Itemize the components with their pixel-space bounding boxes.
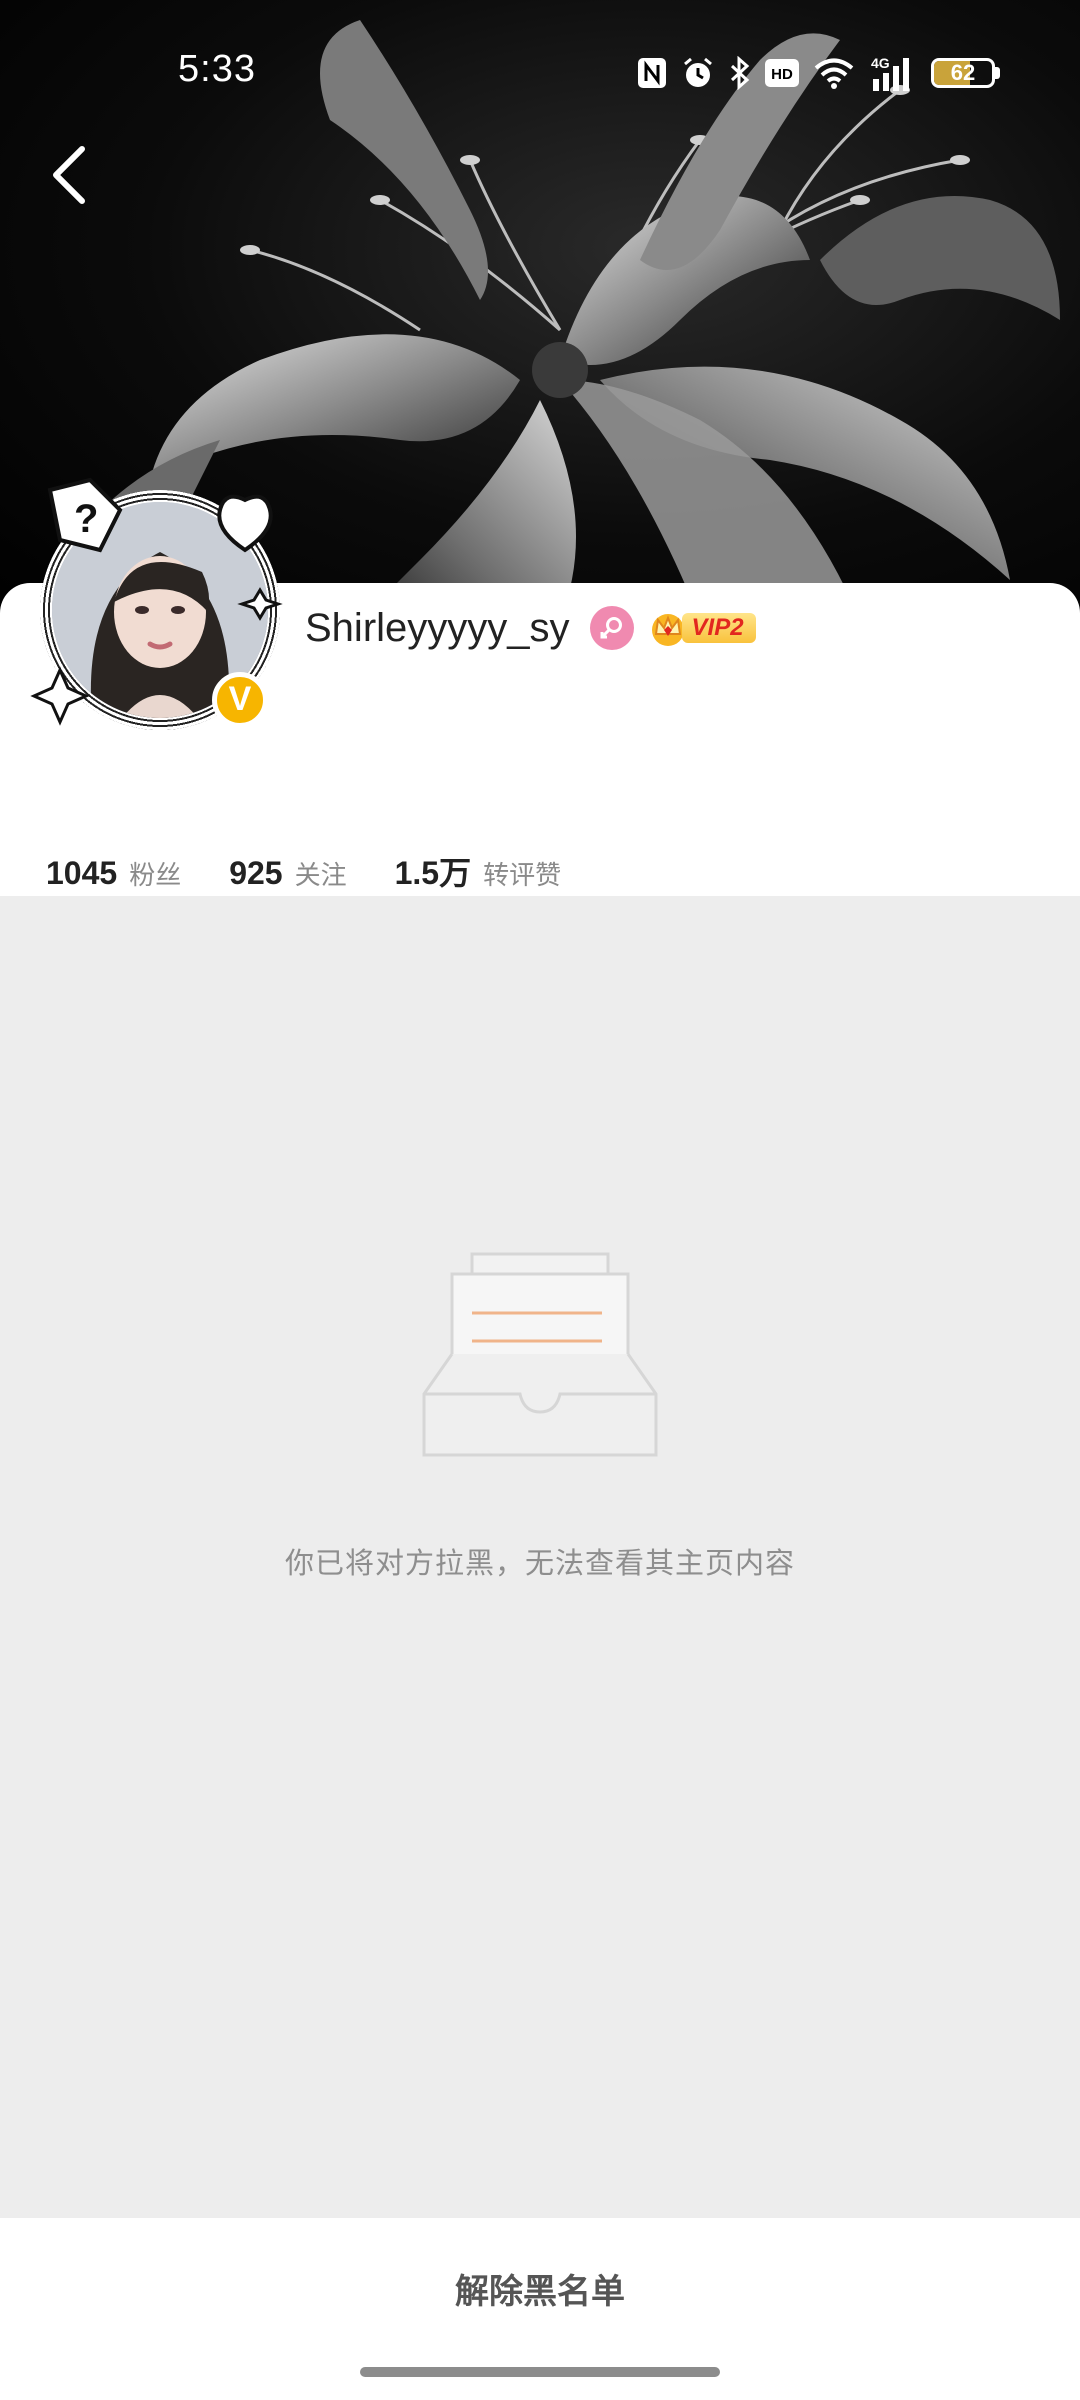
profile-stats: 1045 粉丝 925 关注 1.5万 转评赞 xyxy=(46,848,609,898)
stat-likes[interactable]: 1.5万 转评赞 xyxy=(395,848,562,894)
stat-label: 转评赞 xyxy=(483,860,562,890)
alarm-icon xyxy=(681,56,715,90)
stat-label: 关注 xyxy=(294,860,347,890)
nfc-icon xyxy=(637,57,667,89)
wifi-icon xyxy=(813,57,855,89)
blocked-message: 你已将对方拉黑，无法查看其主页内容 xyxy=(284,1548,795,1580)
stat-following[interactable]: 925 关注 xyxy=(229,855,346,892)
vip-badge[interactable]: VIP2 xyxy=(648,608,756,648)
stat-followers[interactable]: 1045 粉丝 xyxy=(46,855,181,892)
stat-label: 粉丝 xyxy=(129,860,182,890)
home-indicator[interactable] xyxy=(360,2367,720,2377)
svg-text:HD: HD xyxy=(771,66,793,83)
chevron-left-icon xyxy=(53,146,85,204)
verified-badge: V xyxy=(212,672,268,728)
username: Shirleyyyyy_sy xyxy=(305,605,570,650)
battery-level-text: 62 xyxy=(950,60,976,85)
back-button[interactable] xyxy=(28,135,108,215)
name-row: Shirleyyyyy_sy VIP2 xyxy=(305,598,756,658)
unblock-button[interactable]: 解除黑名单 xyxy=(0,2218,1080,2358)
svg-text:?: ? xyxy=(74,497,98,541)
stat-value: 1045 xyxy=(46,855,118,891)
stat-value: 925 xyxy=(229,855,283,891)
bluetooth-icon xyxy=(729,56,751,90)
status-icons: HD 4G 62 xyxy=(637,50,1000,96)
hd-icon: HD xyxy=(765,59,799,87)
svg-text:4G: 4G xyxy=(871,55,890,71)
empty-inbox-icon xyxy=(422,1252,658,1457)
female-icon xyxy=(589,606,634,650)
profile-screen: 5:33 HD 4G 62 ? V Shirleyyyyy_sy VIP2 10… xyxy=(0,0,1080,2400)
vip-level-label: VIP2 xyxy=(681,613,756,643)
signal-4g-icon: 4G xyxy=(869,55,917,91)
stat-value: 1.5万 xyxy=(394,855,472,891)
status-bar: 5:33 HD 4G 62 xyxy=(0,0,1080,140)
status-time: 5:33 xyxy=(178,48,256,90)
battery-icon: 62 xyxy=(931,58,1000,88)
